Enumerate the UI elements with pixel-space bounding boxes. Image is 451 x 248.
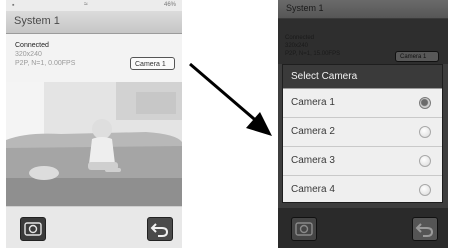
phone-screen-after: System 1 Connected 320x240 P2P, N=1, 15.… (278, 0, 448, 248)
camera-option-4[interactable]: Camera 4 (283, 176, 442, 204)
battery-status: 46% (163, 2, 176, 8)
back-arrow-icon (415, 223, 434, 237)
stream-stats: P2P, N=1, 15.00FPS (285, 51, 341, 57)
status-bar: ▪ ≈ 46% (6, 0, 182, 11)
usb-icon: ▪ (12, 2, 15, 9)
title-bar-dimmed: System 1 (278, 0, 448, 19)
camera-option-label: Camera 1 (291, 97, 335, 108)
page-title-dimmed: System 1 (286, 3, 324, 13)
wifi-icon: ≈ (84, 1, 88, 8)
camera-snapshot-icon (295, 222, 313, 236)
connection-status: Connected (15, 42, 49, 49)
page-title: System 1 (14, 15, 60, 27)
camera-snapshot-icon (24, 222, 42, 236)
camera-option-3[interactable]: Camera 3 (283, 147, 442, 176)
camera-select-button-dimmed: Camera 1 (395, 51, 439, 62)
back-button-dimmed (412, 217, 438, 241)
select-camera-dialog: Select Camera Camera 1 Camera 2 Camera 3… (282, 64, 443, 203)
video-frame-image (6, 82, 182, 206)
snapshot-button[interactable] (20, 217, 46, 241)
connection-info-dimmed: Connected 320x240 P2P, N=1, 15.00FPS (285, 34, 340, 58)
radio-unselected-icon[interactable] (419, 155, 431, 167)
connection-info: Connected 320x240 P2P, N=1, 0.00FPS (15, 41, 75, 68)
connection-status: Connected (285, 35, 315, 41)
dialog-title: Select Camera (283, 65, 442, 89)
snapshot-button-dimmed (291, 217, 317, 241)
camera-video-feed (6, 82, 182, 206)
phone-screen-before: ▪ ≈ 46% System 1 Connected 320x240 P2P, … (6, 0, 182, 248)
title-bar: System 1 (6, 11, 182, 34)
camera-option-2[interactable]: Camera 2 (283, 118, 442, 147)
camera-select-button[interactable]: Camera 1 (130, 57, 175, 70)
back-button[interactable] (147, 217, 173, 241)
screenshot-stage: ▪ ≈ 46% System 1 Connected 320x240 P2P, … (0, 0, 451, 248)
transition-arrow-icon (189, 62, 272, 136)
bottom-toolbar-dimmed (278, 208, 448, 248)
camera-option-label: Camera 4 (291, 184, 335, 195)
radio-selected-icon[interactable] (419, 97, 431, 109)
radio-unselected-icon[interactable] (419, 184, 431, 196)
resolution-text: 320x240 (15, 51, 42, 58)
bottom-toolbar (6, 206, 182, 248)
resolution-text: 320x240 (285, 43, 309, 49)
camera-option-1[interactable]: Camera 1 (283, 89, 442, 118)
camera-option-label: Camera 3 (291, 155, 335, 166)
stream-stats: P2P, N=1, 0.00FPS (15, 60, 76, 67)
back-arrow-icon (150, 223, 169, 237)
camera-option-label: Camera 2 (291, 126, 335, 137)
radio-unselected-icon[interactable] (419, 126, 431, 138)
